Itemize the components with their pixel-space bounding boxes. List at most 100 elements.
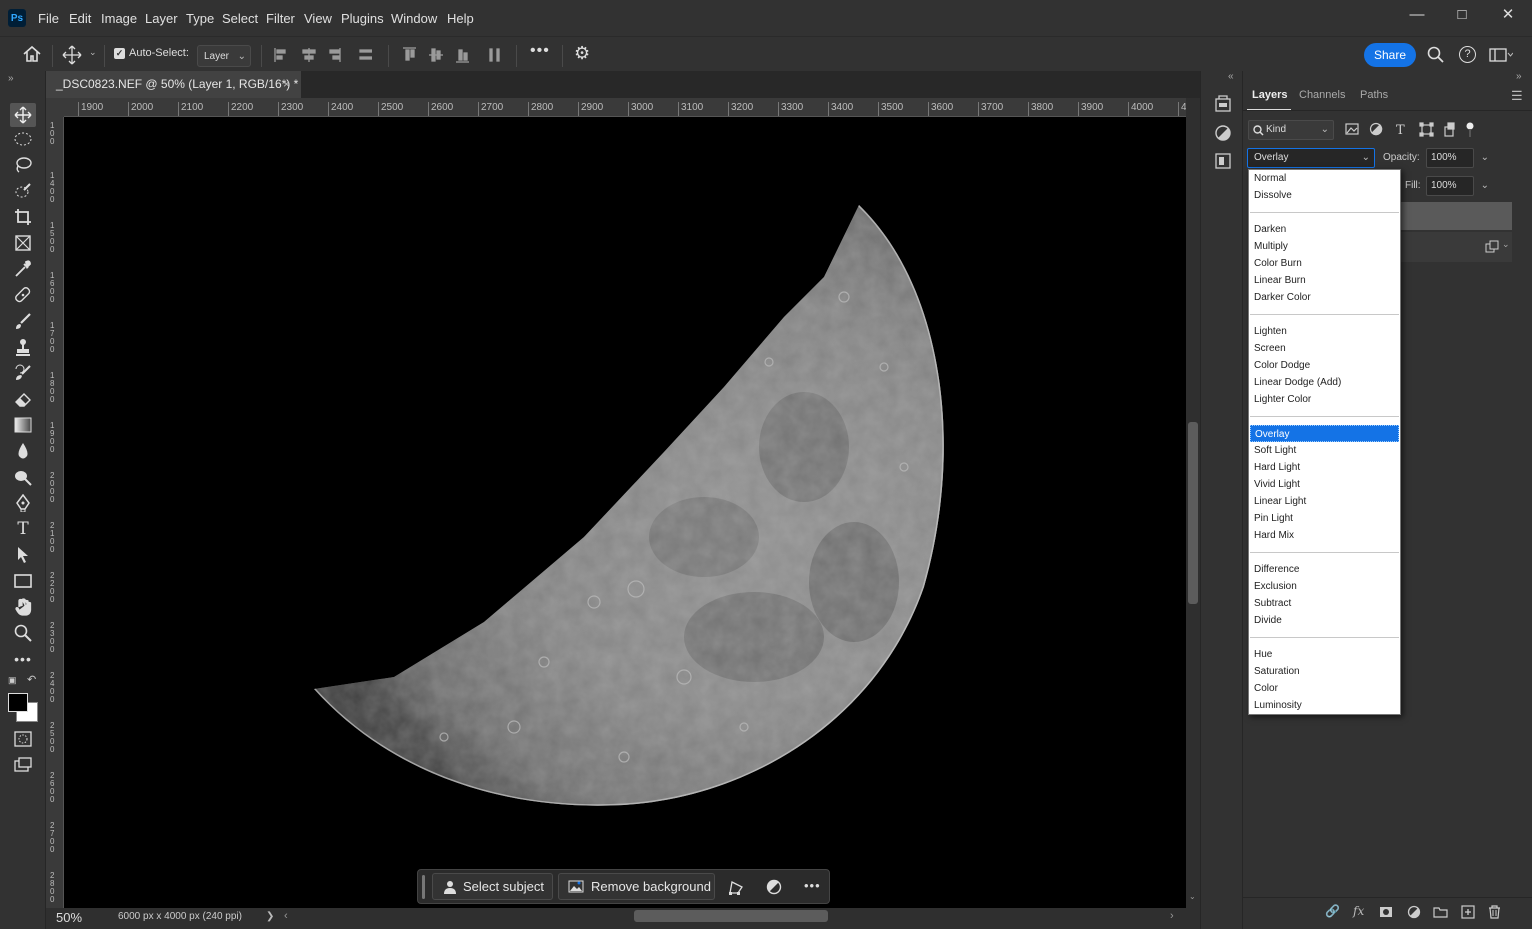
blend-mode-option[interactable]: Soft Light: [1250, 442, 1399, 459]
minimize-icon[interactable]: —: [1402, 6, 1432, 26]
chevron-down-icon[interactable]: ⌄: [89, 47, 97, 58]
blend-mode-option[interactable]: Hard Light: [1250, 459, 1399, 476]
foreground-color-swatch[interactable]: [8, 693, 28, 712]
libraries-icon[interactable]: [1214, 95, 1232, 113]
adjustment-icon[interactable]: [766, 879, 782, 895]
path-selection-tool-icon[interactable]: [12, 545, 34, 565]
zoom-tool-icon[interactable]: [12, 623, 34, 643]
adjustments-icon[interactable]: [1214, 124, 1232, 142]
blend-mode-option[interactable]: Exclusion: [1250, 578, 1399, 595]
dodge-tool-icon[interactable]: [12, 467, 34, 487]
move-tool-icon[interactable]: [62, 45, 82, 65]
more-options-icon[interactable]: •••: [530, 42, 550, 60]
chevron-down-icon[interactable]: ⌄: [1502, 239, 1510, 250]
blend-mode-option[interactable]: Lighten: [1250, 323, 1399, 340]
properties-icon[interactable]: [1214, 152, 1232, 170]
blend-mode-option[interactable]: Luminosity: [1250, 697, 1399, 714]
more-tools-icon[interactable]: •••: [12, 649, 34, 669]
status-menu-arrow[interactable]: ❯: [266, 911, 274, 922]
menu-view[interactable]: View: [304, 0, 332, 36]
menu-layer[interactable]: Layer: [145, 0, 178, 36]
menu-window[interactable]: Window: [391, 0, 437, 36]
panel-menu-icon[interactable]: ☰: [1511, 88, 1523, 104]
clone-stamp-tool-icon[interactable]: [12, 337, 34, 357]
blend-mode-option[interactable]: Color Dodge: [1250, 357, 1399, 374]
object-selection-tool-icon[interactable]: [12, 181, 34, 201]
blend-mode-option[interactable]: Linear Dodge (Add): [1250, 374, 1399, 391]
blend-mode-option[interactable]: Color: [1250, 680, 1399, 697]
canvas[interactable]: [64, 117, 1186, 908]
eraser-tool-icon[interactable]: [12, 389, 34, 409]
swap-colors-icon[interactable]: ↶: [27, 673, 36, 686]
blend-mode-option[interactable]: Linear Light: [1250, 493, 1399, 510]
align-icons[interactable]: [272, 46, 372, 64]
blend-mode-option[interactable]: Color Burn: [1250, 255, 1399, 272]
tab-layers[interactable]: Layers: [1252, 89, 1287, 101]
blend-mode-option[interactable]: Dissolve: [1250, 187, 1399, 204]
auto-select-checkbox[interactable]: ✓: [114, 48, 125, 59]
transform-icon[interactable]: [728, 879, 744, 895]
blend-mode-option[interactable]: Darken: [1250, 221, 1399, 238]
collapse-icon[interactable]: »: [8, 73, 14, 84]
blend-mode-option[interactable]: Lighter Color: [1250, 391, 1399, 408]
blur-tool-icon[interactable]: [12, 441, 34, 461]
hand-tool-icon[interactable]: [12, 597, 34, 617]
lasso-tool-icon[interactable]: [12, 155, 34, 175]
pen-tool-icon[interactable]: [12, 493, 34, 513]
blend-mode-option[interactable]: Linear Burn: [1250, 272, 1399, 289]
menu-filter[interactable]: Filter: [266, 0, 295, 36]
crop-tool-icon[interactable]: [12, 207, 34, 227]
vertical-scroll-thumb[interactable]: [1188, 422, 1198, 604]
tab-channels[interactable]: Channels: [1299, 89, 1345, 101]
layer-row[interactable]: ⌄: [1401, 232, 1512, 262]
help-icon[interactable]: ?: [1459, 46, 1476, 63]
search-icon[interactable]: [1427, 46, 1445, 64]
blend-mode-dropdown[interactable]: Overlay ⌄: [1247, 148, 1375, 168]
folder-icon[interactable]: [1433, 906, 1448, 918]
maximize-icon[interactable]: □: [1447, 6, 1477, 26]
blend-mode-option[interactable]: Hard Mix: [1250, 527, 1399, 544]
default-colors-icon[interactable]: ▣: [8, 675, 17, 686]
zoom-level[interactable]: 50%: [56, 910, 82, 925]
blend-mode-option[interactable]: Divide: [1250, 612, 1399, 629]
distribute-icons[interactable]: [402, 46, 502, 64]
menu-edit[interactable]: Edit: [69, 0, 91, 36]
blend-mode-option[interactable]: Darker Color: [1250, 289, 1399, 306]
tab-paths[interactable]: Paths: [1360, 89, 1388, 101]
blend-mode-option[interactable]: Screen: [1250, 340, 1399, 357]
healing-brush-tool-icon[interactable]: [12, 285, 34, 305]
blend-mode-option[interactable]: Subtract: [1250, 595, 1399, 612]
gradient-tool-icon[interactable]: [12, 415, 34, 435]
frame-tool-icon[interactable]: [12, 233, 34, 253]
fx-icon[interactable]: fx: [1353, 904, 1364, 918]
menu-type[interactable]: Type: [186, 0, 214, 36]
marquee-tool-icon[interactable]: [12, 129, 34, 149]
drag-handle[interactable]: [422, 875, 425, 899]
scroll-down-icon[interactable]: ⌄: [1189, 892, 1196, 901]
home-icon[interactable]: [22, 45, 42, 63]
scroll-left-icon[interactable]: ‹: [284, 910, 288, 922]
gear-icon[interactable]: ⚙: [574, 43, 590, 64]
menu-file[interactable]: File: [38, 0, 59, 36]
close-tab-icon[interactable]: ×: [283, 71, 290, 98]
blend-mode-option[interactable]: Overlay: [1250, 425, 1399, 442]
blend-mode-option[interactable]: Difference: [1250, 561, 1399, 578]
adjustment-layer-icon[interactable]: [1407, 905, 1421, 919]
move-tool-icon[interactable]: [10, 103, 36, 127]
blend-mode-option[interactable]: Normal: [1250, 170, 1399, 187]
menu-select[interactable]: Select: [222, 0, 258, 36]
document-tab[interactable]: _DSC0823.NEF @ 50% (Layer 1, RGB/16*) * …: [46, 71, 301, 98]
rectangle-tool-icon[interactable]: [12, 571, 34, 591]
more-options-icon[interactable]: •••: [804, 878, 821, 893]
type-tool-icon[interactable]: T: [12, 519, 34, 539]
blend-mode-option[interactable]: Saturation: [1250, 663, 1399, 680]
quick-mask-icon[interactable]: [12, 729, 34, 749]
layer-filter-icons[interactable]: T: [1345, 122, 1475, 138]
trash-icon[interactable]: [1488, 905, 1501, 919]
blend-mode-option[interactable]: Vivid Light: [1250, 476, 1399, 493]
blend-mode-option[interactable]: Multiply: [1250, 238, 1399, 255]
collapse-icon[interactable]: «: [1228, 71, 1234, 82]
fill-input[interactable]: 100% ⌄: [1426, 176, 1489, 196]
link-layers-icon[interactable]: 🔗: [1325, 904, 1340, 918]
blend-mode-option[interactable]: Hue: [1250, 646, 1399, 663]
